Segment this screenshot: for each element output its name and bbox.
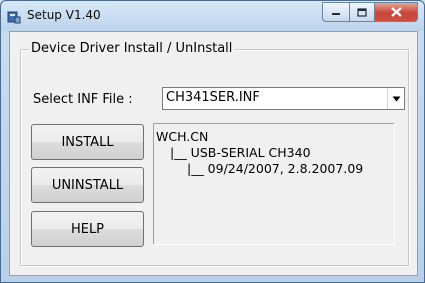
caption-buttons — [322, 2, 418, 22]
uninstall-button[interactable]: UNINSTALL — [31, 167, 144, 203]
inf-file-label: Select INF File : — [33, 92, 133, 107]
driver-group-box: Device Driver Install / UnInstall Select… — [20, 41, 409, 266]
dialog-client: Device Driver Install / UnInstall Select… — [9, 31, 418, 276]
info-line-version: |__ 09/24/2007, 2.8.2007.09 — [187, 161, 364, 176]
dropdown-button[interactable] — [387, 88, 404, 109]
group-title: Device Driver Install / UnInstall — [29, 41, 235, 56]
inf-file-value: CH341SER.INF — [166, 90, 260, 105]
setup-window: Setup V1.40 Device Driver Install / UnIn… — [0, 0, 425, 283]
setup-app-icon — [7, 9, 21, 24]
close-button[interactable] — [375, 2, 418, 22]
title-bar[interactable]: Setup V1.40 — [1, 1, 424, 31]
maximize-button[interactable] — [350, 2, 375, 22]
maximize-icon — [357, 7, 367, 17]
chevron-down-icon — [392, 96, 400, 101]
inf-file-select[interactable]: CH341SER.INF — [162, 87, 405, 110]
window-title: Setup V1.40 — [27, 8, 101, 22]
close-icon — [390, 7, 402, 17]
install-button[interactable]: INSTALL — [31, 124, 144, 160]
info-line-device: |__ USB-SERIAL CH340 — [170, 145, 311, 160]
info-line-vendor: WCH.CN — [156, 129, 209, 144]
driver-info-panel: WCH.CN |__ USB-SERIAL CH340 |__ 09/24/20… — [153, 123, 395, 245]
minimize-button[interactable] — [322, 2, 350, 22]
minimize-icon — [332, 13, 340, 15]
help-button[interactable]: HELP — [31, 211, 144, 247]
